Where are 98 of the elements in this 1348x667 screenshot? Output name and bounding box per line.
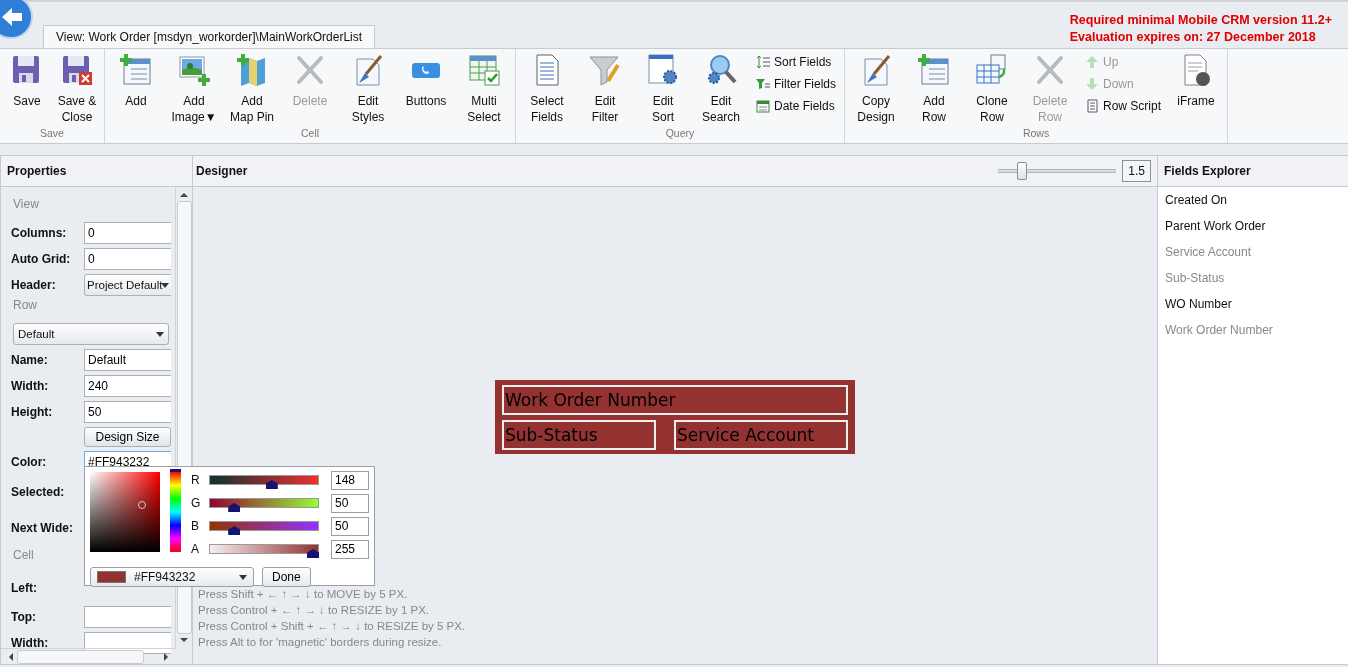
- group-label: Query: [664, 127, 696, 141]
- ribbon-button[interactable]: Multi Select: [455, 49, 513, 127]
- ribbon-button[interactable]: Edit Search: [692, 49, 750, 127]
- field-label: Next Wide:: [11, 521, 74, 535]
- field-label: Name:: [11, 353, 49, 367]
- hint-text: Press Alt to for 'magnetic' borders during resize.: [198, 635, 443, 650]
- input-field[interactable]: 50: [84, 401, 171, 423]
- down-arrow-icon: [1085, 77, 1099, 91]
- ribbon-button[interactable]: Save: [2, 49, 52, 127]
- field-label: Header:: [11, 278, 57, 292]
- table-plus-icon: [917, 53, 951, 87]
- dropdown[interactable]: Default: [13, 323, 169, 345]
- channel-slider[interactable]: [209, 475, 319, 489]
- field-label: Auto Grid:: [11, 252, 72, 266]
- group-label: Save: [39, 127, 65, 141]
- notice-text: Evaluation expires on: 27 December 2018: [1069, 29, 1317, 46]
- hint-text: Press Control + Shift + ← ↑ → ↓ to RESIZE by 5 PX.: [198, 619, 467, 634]
- zoom-value: 1.5: [1122, 160, 1151, 182]
- channel-input[interactable]: 50: [331, 516, 369, 536]
- field-label: Columns:: [11, 226, 68, 240]
- channel-label: B: [191, 519, 200, 533]
- ribbon-button[interactable]: Add Map Pin: [223, 49, 281, 127]
- sort-gear-icon: [646, 53, 680, 87]
- ribbon-button[interactable]: Copy Design: [847, 49, 905, 127]
- channel-slider[interactable]: [209, 498, 319, 512]
- ribbon-button[interactable]: Select Fields: [518, 49, 576, 127]
- color-swatch: [97, 571, 126, 583]
- ribbon-button[interactable]: Edit Sort: [634, 49, 692, 127]
- channel-label: R: [191, 473, 201, 487]
- ribbon-button[interactable]: Edit Filter: [576, 49, 634, 127]
- up-arrow-icon: [1085, 55, 1099, 69]
- group-label: Cell: [299, 127, 321, 141]
- channel-input[interactable]: 148: [331, 470, 369, 490]
- ribbon-button[interactable]: Edit Styles: [339, 49, 397, 127]
- input-field[interactable]: [84, 606, 171, 628]
- field-item[interactable]: Parent Work Order: [1165, 219, 1348, 245]
- hint-text: Press Control + ← ↑ → ↓ to RESIZE by 1 PX.: [198, 603, 431, 618]
- field-label: Selected:: [11, 484, 66, 499]
- floppy-disk-close-icon: [60, 53, 94, 87]
- view-tab[interactable]: View: Work Order [msdyn_workorder]\MainWorkOrderList: [43, 25, 376, 48]
- picture-plus-icon: [177, 53, 211, 87]
- ribbon-button[interactable]: Save & Close: [52, 49, 102, 127]
- notice-text: Required minimal Mobile CRM version 11.2+: [1069, 12, 1332, 29]
- hue-bar[interactable]: [170, 469, 181, 552]
- panel-header: Designer: [196, 164, 248, 178]
- field-label: Width:: [11, 636, 50, 650]
- hint-text: Press Shift + ← ↑ → ↓ to MOVE by 5 PX.: [198, 587, 409, 602]
- group-label: Rows: [1021, 127, 1051, 141]
- channel-label: G: [191, 496, 202, 510]
- field-label: Left:: [11, 580, 38, 595]
- back-button[interactable]: [0, 0, 34, 40]
- channel-input[interactable]: 255: [331, 539, 369, 559]
- field-label: Height:: [11, 405, 54, 419]
- input-field[interactable]: 0: [84, 248, 171, 270]
- ribbon-button[interactable]: Clone Row: [963, 49, 1021, 127]
- ribbon-button[interactable]: Date Fields: [754, 97, 838, 115]
- input-field[interactable]: 0: [84, 222, 171, 244]
- ribbon-button[interactable]: Add Row: [905, 49, 963, 127]
- ribbon-button[interactable]: Buttons: [397, 49, 455, 127]
- ribbon-button[interactable]: Sort Fields: [754, 53, 838, 71]
- field-item[interactable]: Created On: [1165, 193, 1348, 219]
- table-check-icon: [467, 53, 501, 87]
- done-button[interactable]: Done: [262, 567, 311, 587]
- input-field[interactable]: Default: [84, 349, 171, 371]
- channel-slider[interactable]: [209, 521, 319, 535]
- table-arrow-icon: [975, 53, 1009, 87]
- field-label: Width:: [11, 379, 50, 393]
- ribbon-button[interactable]: Add Image▼: [165, 49, 223, 127]
- field-label: Top:: [11, 610, 38, 624]
- table-plus-icon: [119, 53, 153, 87]
- ribbon-button[interactable]: Row Script: [1083, 97, 1164, 115]
- channel-slider[interactable]: [209, 544, 319, 558]
- channel-label: A: [191, 542, 200, 556]
- dropdown[interactable]: Project Default: [84, 274, 171, 296]
- design-size-button[interactable]: Design Size: [84, 427, 171, 447]
- caret-icon: [161, 282, 169, 288]
- sort-icon: [756, 55, 770, 69]
- color-square[interactable]: [90, 472, 161, 552]
- panel-header: Properties: [1, 156, 192, 187]
- ribbon-button[interactable]: Filter Fields: [754, 75, 838, 93]
- section-label: View: [12, 197, 40, 213]
- caret-icon: [239, 574, 247, 580]
- color-dropdown[interactable]: #FF943232: [90, 567, 254, 587]
- horizontal-scrollbar[interactable]: [1, 648, 176, 664]
- section-label: Cell: [12, 548, 35, 564]
- funnel-pencil-icon: [588, 53, 622, 87]
- field-item[interactable]: WO Number: [1165, 297, 1348, 323]
- calendar-icon: [756, 99, 770, 113]
- section-label: Row: [12, 298, 38, 314]
- channel-input[interactable]: 50: [331, 493, 369, 513]
- field-label: Color:: [11, 455, 48, 469]
- caret-icon: [156, 331, 164, 337]
- script-icon: [1085, 99, 1099, 113]
- ribbon-button[interactable]: Add: [107, 49, 165, 127]
- input-field[interactable]: 240: [84, 375, 171, 397]
- panel-header: Fields Explorer: [1158, 156, 1348, 187]
- ribbon-button[interactable]: iFrame: [1167, 49, 1226, 127]
- filter-icon: [756, 77, 770, 91]
